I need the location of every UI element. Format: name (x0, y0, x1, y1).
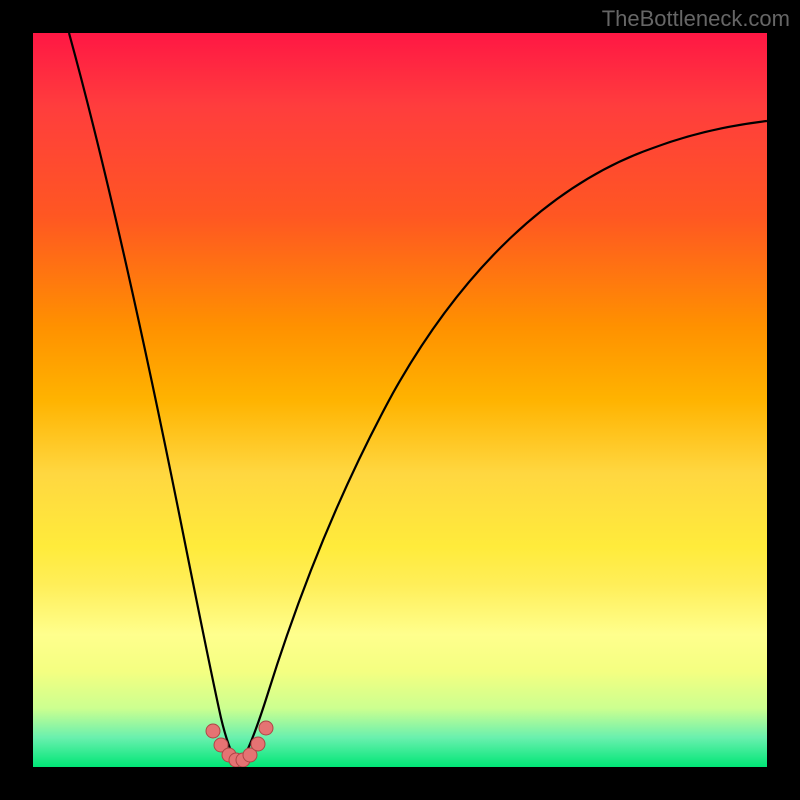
chart-svg (33, 33, 767, 767)
left-branch-curve (69, 33, 237, 763)
watermark-text: TheBottleneck.com (602, 6, 790, 32)
right-branch-curve (241, 121, 767, 763)
trough-dots (206, 721, 273, 767)
chart-plot-area (33, 33, 767, 767)
